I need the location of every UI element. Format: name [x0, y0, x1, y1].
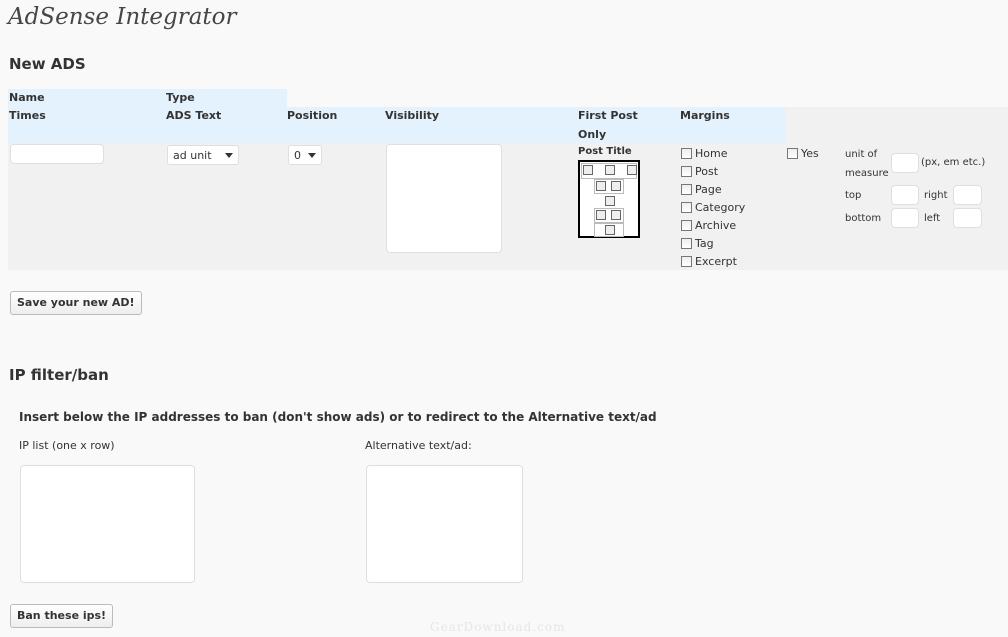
preview-slot-checkbox[interactable]: [627, 165, 637, 175]
visibility-option[interactable]: Home: [681, 144, 745, 162]
preview-slot-checkbox[interactable]: [596, 210, 606, 220]
checkbox[interactable]: [787, 147, 798, 159]
post-title-label: Post Title: [578, 146, 632, 157]
margin-bottom-label: bottom: [845, 213, 882, 224]
ip-list-textarea[interactable]: [20, 465, 195, 583]
ad-position-preview: [578, 160, 640, 238]
margin-right-input[interactable]: [953, 185, 982, 205]
visibility-checkbox-list: Home Post Page Category Archive Tag Exce…: [681, 144, 745, 270]
first-post-only-option[interactable]: Yes: [787, 144, 819, 162]
first-post-only-label: Yes: [801, 146, 819, 160]
ad-type-select-value: ad unit: [173, 148, 212, 162]
visibility-option[interactable]: Category: [681, 198, 745, 216]
position-select[interactable]: 0: [288, 145, 322, 165]
chevron-down-icon: [225, 152, 233, 158]
position-select-value: 0: [294, 148, 301, 162]
ad-form-row: [8, 143, 1008, 270]
preview-slot-checkbox[interactable]: [583, 165, 593, 175]
preview-slot-checkbox[interactable]: [605, 225, 615, 235]
header-first-post-only-line2: Only: [578, 128, 607, 141]
chevron-down-icon: [308, 152, 316, 158]
checkbox[interactable]: [681, 219, 692, 231]
margin-top-label: top: [845, 190, 862, 201]
save-ad-button[interactable]: Save your new AD!: [10, 291, 142, 315]
checkbox[interactable]: [681, 237, 692, 249]
unit-hint: (px, em etc.): [921, 157, 986, 168]
header-position: Position: [287, 109, 338, 122]
visibility-option[interactable]: Post: [681, 162, 745, 180]
checkbox[interactable]: [681, 201, 692, 213]
margin-left-label: left: [924, 213, 941, 224]
ip-filter-instructions: Insert below the IP addresses to ban (do…: [19, 410, 657, 424]
checkbox[interactable]: [681, 147, 692, 159]
margin-right-label: right: [924, 190, 948, 201]
visibility-option[interactable]: Tag: [681, 234, 745, 252]
preview-slot-checkbox[interactable]: [605, 165, 615, 175]
checkbox[interactable]: [681, 165, 692, 177]
unit-of-measure-label-line2: measure: [845, 168, 889, 179]
preview-slot-checkbox[interactable]: [596, 181, 606, 191]
header-first-post-only: First Post: [578, 109, 638, 122]
preview-slot-checkbox[interactable]: [611, 210, 621, 220]
margin-top-input[interactable]: [891, 185, 919, 205]
header-ads-text: ADS Text: [166, 109, 222, 122]
visibility-option-label: Home: [695, 146, 728, 160]
unit-of-measure-label: unit of: [845, 149, 878, 160]
new-ads-heading: New ADS: [9, 55, 86, 73]
visibility-option-label: Tag: [695, 236, 714, 250]
checkbox[interactable]: [681, 183, 692, 195]
header-type: Type: [166, 91, 195, 104]
ad-type-select[interactable]: ad unit: [167, 145, 239, 165]
watermark: GearDownload.com: [430, 620, 566, 634]
checkbox[interactable]: [681, 255, 692, 267]
ip-list-label: IP list (one x row): [19, 439, 115, 452]
preview-slot-checkbox[interactable]: [611, 181, 621, 191]
header-visibility: Visibility: [385, 109, 440, 122]
margin-bottom-input[interactable]: [891, 208, 919, 228]
ip-filter-heading: IP filter/ban: [9, 366, 109, 384]
table-header-filler: [786, 107, 1008, 143]
visibility-option-label: Archive: [695, 218, 737, 232]
table-header-row-1: [8, 89, 287, 107]
header-name: Name: [9, 91, 45, 104]
visibility-option[interactable]: Page: [681, 180, 745, 198]
visibility-option-label: Excerpt: [695, 254, 737, 268]
ads-text-textarea[interactable]: [386, 144, 502, 253]
visibility-option[interactable]: Excerpt: [681, 252, 745, 270]
visibility-option-label: Category: [695, 200, 746, 214]
preview-slot-checkbox[interactable]: [605, 196, 615, 206]
unit-of-measure-input[interactable]: [891, 153, 919, 173]
visibility-option[interactable]: Archive: [681, 216, 745, 234]
ban-ips-button[interactable]: Ban these ips!: [10, 604, 114, 628]
visibility-option-label: Post: [695, 164, 719, 178]
margin-left-input[interactable]: [953, 208, 982, 228]
alt-text-textarea[interactable]: [366, 465, 523, 583]
header-margins: Margins: [680, 109, 730, 122]
alt-text-label: Alternative text/ad:: [365, 439, 472, 452]
header-times: Times: [9, 109, 46, 122]
ad-name-input[interactable]: [10, 144, 104, 164]
page-title: AdSense Integrator: [8, 4, 237, 30]
visibility-option-label: Page: [695, 182, 722, 196]
